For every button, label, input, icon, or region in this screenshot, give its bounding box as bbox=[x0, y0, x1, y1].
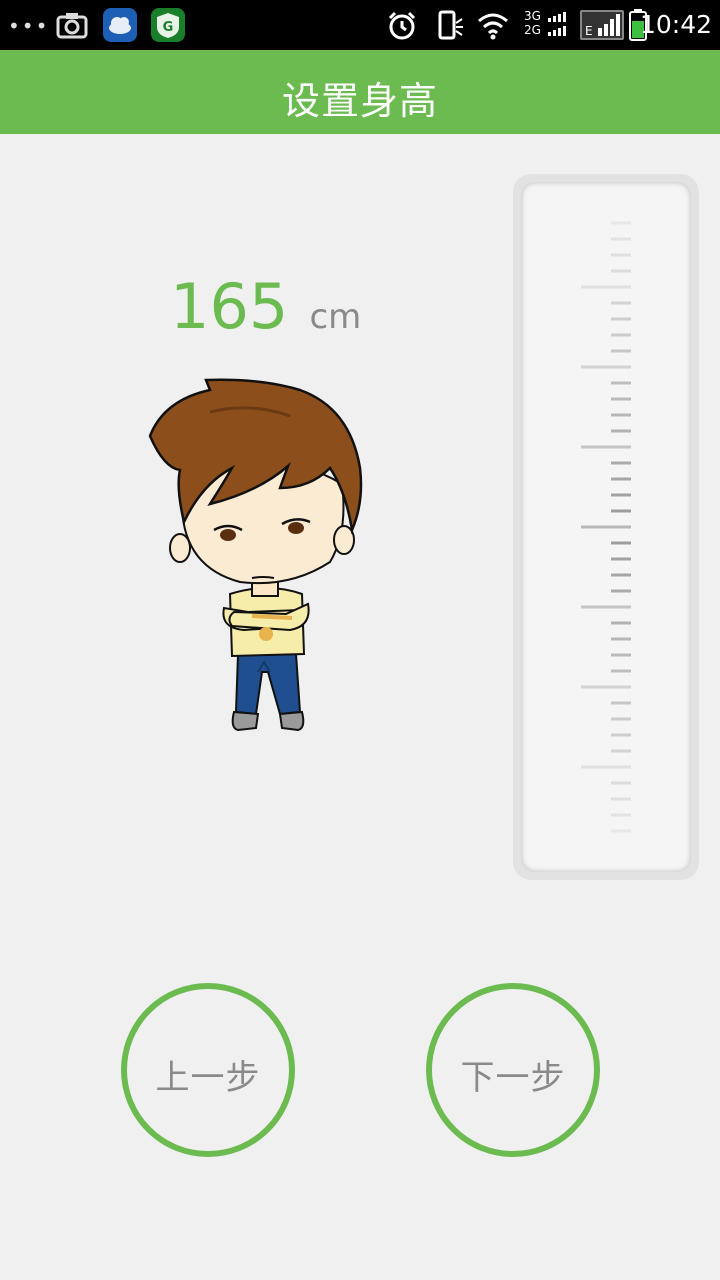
signal-label: E bbox=[585, 24, 593, 38]
wifi-icon bbox=[476, 10, 510, 46]
network-2g-label: 2G bbox=[524, 23, 541, 37]
more-icon: ••• bbox=[8, 14, 50, 38]
previous-step-label: 上一步 bbox=[155, 1058, 261, 1098]
next-step-label: 下一步 bbox=[460, 1058, 566, 1098]
status-bar: ••• G 3G 2G E 10:42 bbox=[0, 0, 720, 50]
shield-app-icon: G bbox=[151, 8, 185, 42]
ruler-ticks bbox=[581, 221, 631, 833]
avatar-illustration bbox=[148, 378, 363, 732]
signal-icon bbox=[548, 12, 566, 36]
height-value: 165 bbox=[170, 270, 289, 343]
vibrate-icon bbox=[436, 10, 466, 46]
cellular-signal-icon: E bbox=[580, 10, 624, 40]
status-time: 10:42 bbox=[639, 10, 712, 39]
page-title: 设置身高 bbox=[281, 79, 438, 123]
title-bar: 设置身高 bbox=[0, 50, 720, 134]
ruler-track[interactable] bbox=[521, 182, 691, 872]
network-type: 3G 2G bbox=[524, 10, 570, 40]
height-readout: 165 cm bbox=[170, 270, 361, 350]
camera-icon bbox=[55, 8, 89, 42]
height-ruler[interactable] bbox=[513, 174, 699, 880]
network-3g-label: 3G bbox=[524, 9, 541, 23]
next-step-button[interactable]: 下一步 bbox=[426, 983, 600, 1157]
svg-text:G: G bbox=[163, 20, 174, 35]
alarm-icon bbox=[386, 10, 418, 46]
height-unit: cm bbox=[309, 297, 362, 337]
cloud-app-icon bbox=[103, 8, 137, 42]
previous-step-button[interactable]: 上一步 bbox=[121, 983, 295, 1157]
